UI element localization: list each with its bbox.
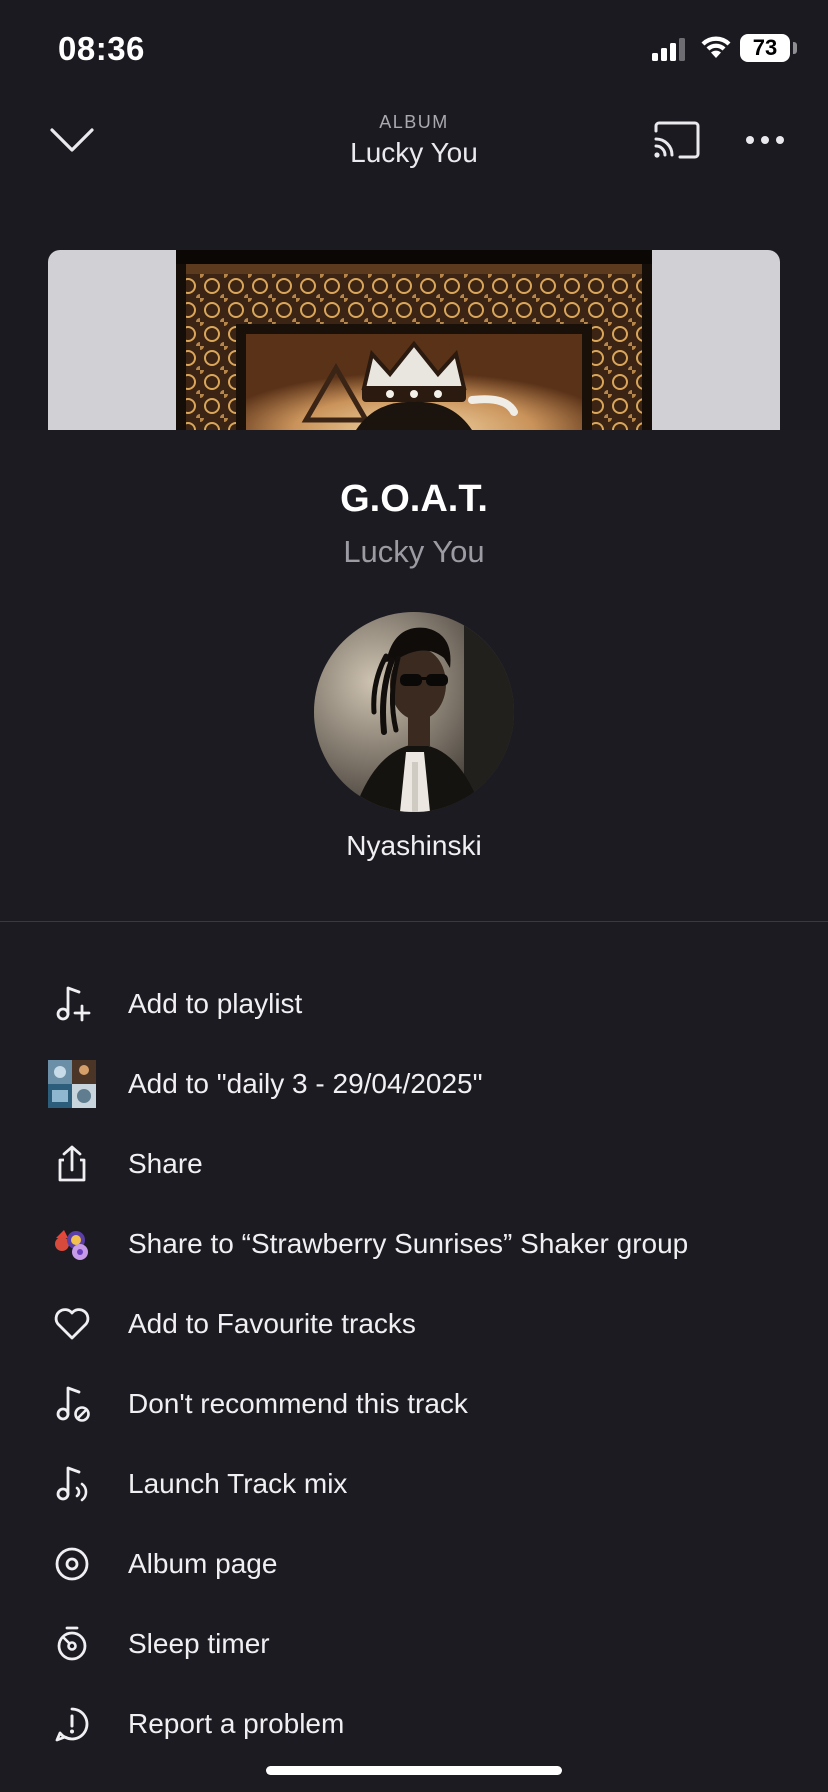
menu-item-album-page[interactable]: Album page	[0, 1524, 828, 1604]
dont-recommend-icon	[48, 1380, 96, 1428]
playlist-thumbnail	[48, 1060, 96, 1108]
share-icon	[48, 1140, 96, 1188]
menu-label: Report a problem	[128, 1708, 345, 1739]
menu-item-add-to-daily[interactable]: Add to "daily 3 - 29/04/2025"	[0, 1044, 828, 1124]
status-time: 08:36	[58, 30, 145, 67]
collapse-button[interactable]	[46, 120, 98, 160]
track-album[interactable]: Lucky You	[0, 534, 828, 570]
menu-label: Add to playlist	[128, 988, 303, 1019]
menu-item-add-to-playlist[interactable]: Add to playlist	[0, 964, 828, 1044]
menu-item-launch-track-mix[interactable]: Launch Track mix	[0, 1444, 828, 1524]
player-header: ALBUM Lucky You	[0, 100, 828, 200]
menu-label: Launch Track mix	[128, 1468, 348, 1499]
report-icon	[48, 1700, 96, 1748]
menu-item-dont-recommend[interactable]: Don't recommend this track	[0, 1364, 828, 1444]
header-title: Lucky You	[350, 137, 478, 168]
options-menu: Add to playlist Add to "daily 3 - 29/04/…	[0, 964, 828, 1764]
home-indicator	[266, 1766, 562, 1775]
menu-item-sleep-timer[interactable]: Sleep timer	[0, 1604, 828, 1684]
cast-button[interactable]	[652, 118, 702, 162]
artist-avatar[interactable]	[314, 612, 514, 812]
signal-icon	[652, 38, 685, 61]
artist-name[interactable]: Nyashinski	[0, 830, 828, 862]
chevron-down-icon	[50, 128, 94, 152]
menu-item-report-problem[interactable]: Report a problem	[0, 1684, 828, 1764]
menu-label: Add to "daily 3 - 29/04/2025"	[128, 1068, 483, 1099]
menu-label: Share	[128, 1148, 203, 1179]
menu-label: Sleep timer	[128, 1628, 270, 1659]
track-options-sheet: G.O.A.T. Lucky You Nyashinski Add to pla…	[0, 430, 828, 1792]
menu-label: Don't recommend this track	[128, 1388, 468, 1419]
wifi-icon	[701, 36, 731, 58]
more-options-button[interactable]	[740, 118, 790, 162]
group-avatar	[48, 1220, 96, 1268]
status-bar: 08:36 73	[0, 0, 828, 100]
divider	[0, 921, 828, 922]
battery-nub	[793, 42, 797, 54]
menu-item-share-to-group[interactable]: Share to “Strawberry Sunrises” Shaker gr…	[0, 1204, 828, 1284]
cast-icon	[654, 121, 700, 159]
header-context: ALBUM Lucky You	[214, 112, 614, 169]
more-icon	[746, 136, 784, 144]
track-title: G.O.A.T.	[340, 478, 488, 520]
header-eyebrow: ALBUM	[379, 112, 449, 132]
battery-indicator: 73	[740, 34, 790, 62]
album-cover-image	[176, 250, 652, 430]
menu-label: Add to Favourite tracks	[128, 1308, 416, 1339]
menu-label: Share to “Strawberry Sunrises” Shaker gr…	[128, 1228, 689, 1259]
menu-item-share[interactable]: Share	[0, 1124, 828, 1204]
heart-icon	[48, 1300, 96, 1348]
sleep-timer-icon	[48, 1620, 96, 1668]
album-artwork	[48, 250, 780, 430]
menu-item-add-to-favourites[interactable]: Add to Favourite tracks	[0, 1284, 828, 1364]
album-icon	[48, 1540, 96, 1588]
menu-label: Album page	[128, 1548, 278, 1579]
add-to-playlist-icon	[48, 980, 96, 1028]
track-mix-icon	[48, 1460, 96, 1508]
